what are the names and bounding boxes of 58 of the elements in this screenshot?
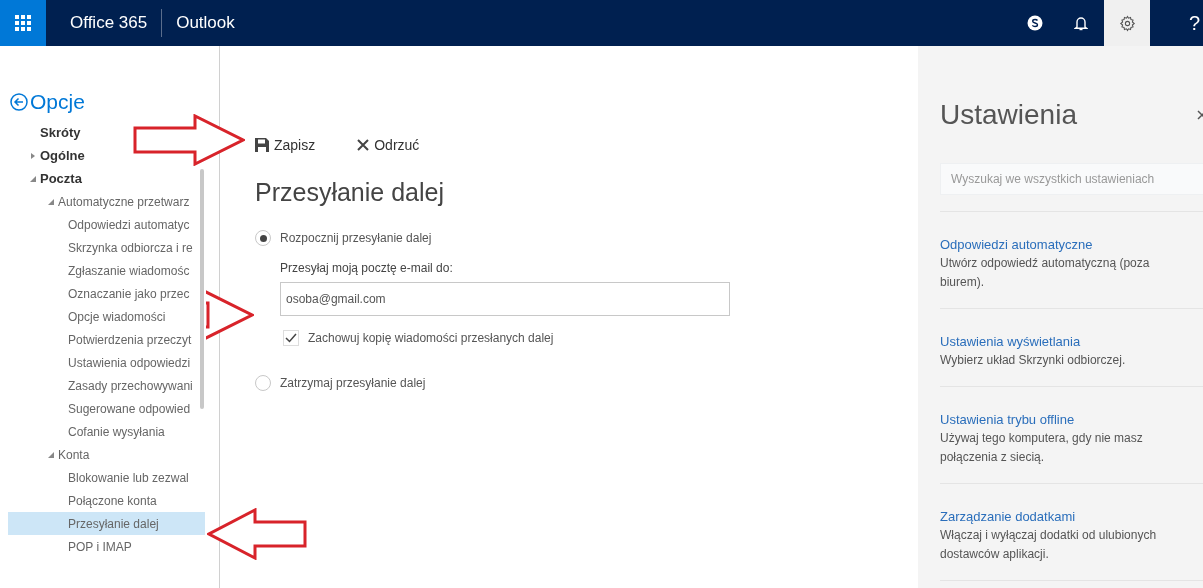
waffle-icon	[15, 15, 31, 31]
close-icon	[357, 139, 370, 151]
settings-link[interactable]: Zarządzanie dodatkami	[940, 508, 1183, 526]
settings-icon	[1118, 14, 1136, 32]
settings-link[interactable]: Ustawienia trybu offline	[940, 411, 1183, 429]
sidebar-item[interactable]: Zgłaszanie wiadomośc	[8, 259, 192, 282]
save-button[interactable]: Zapisz	[255, 134, 316, 156]
settings-link[interactable]: Odpowiedzi automatyczne	[940, 236, 1183, 254]
settings-description: Używaj tego komputera, gdy nie masz połączenia z siecią.	[940, 430, 1144, 466]
search-field[interactable]: Wyszukaj we wszystkich ustawieniach	[940, 163, 1203, 195]
sidebar-item[interactable]: Konta	[8, 443, 92, 466]
suite-title[interactable]: Office 365	[70, 10, 148, 36]
sidebar-item[interactable]: Potwierdzenia przeczyt	[8, 328, 194, 351]
checkbox-label[interactable]: Zachowuj kopię wiadomości przesłanych dalej	[308, 329, 554, 347]
settings-description: Wybierz układ Skrzynki odbiorczej.	[940, 352, 1127, 369]
collapsed-triangle-icon[interactable]	[30, 152, 36, 159]
sidebar-item[interactable]: Połączone konta	[8, 489, 159, 512]
scrollbar[interactable]	[200, 169, 204, 409]
sidebar-item[interactable]: Automatyczne przetwarz	[8, 190, 192, 213]
panel-title: Ustawienia	[940, 98, 1077, 132]
sidebar-item[interactable]: Opcje wiadomości	[8, 305, 168, 328]
sidebar-item[interactable]: Przesyłanie dalej	[8, 512, 205, 535]
settings-description: Włączaj i wyłączaj dodatki od ulubionych dostawców aplikacji.	[940, 527, 1158, 563]
checkbox[interactable]	[283, 330, 299, 346]
expanded-triangle-icon[interactable]	[48, 198, 54, 205]
settings-button[interactable]	[1104, 0, 1150, 46]
sidebar-item[interactable]: Ustawienia odpowiedzi	[8, 351, 193, 374]
save-icon	[255, 138, 269, 152]
field-label: Przesyłaj moją pocztę e-mail do:	[280, 260, 454, 277]
callout-arrow	[206, 289, 254, 341]
settings-description: Utwórz odpowiedź automatyczną (poza biurem).	[940, 255, 1151, 291]
sidebar-item[interactable]: Poczta	[8, 167, 84, 190]
sidebar-item[interactable]: Sugerowane odpowied	[8, 397, 193, 420]
help-button[interactable]: ?	[1150, 0, 1203, 46]
sidebar-item[interactable]: POP i IMAP	[8, 535, 134, 558]
email-field[interactable]: osoba@gmail.com	[280, 282, 730, 316]
option-label[interactable]: Zatrzymaj przesyłanie dalej	[280, 374, 426, 392]
sidebar-item[interactable]: Blokowanie lub zezwal	[8, 466, 191, 489]
radio-button[interactable]	[255, 375, 271, 391]
radio-button[interactable]	[255, 230, 271, 246]
skype-icon	[1027, 15, 1043, 31]
sidebar-item[interactable]: Oznaczanie jako przec	[8, 282, 192, 305]
back-link[interactable]: Opcje	[10, 91, 85, 112]
settings-link[interactable]: Ustawienia wyświetlania	[940, 333, 1183, 351]
sidebar-item[interactable]: Odpowiedzi automatyc	[8, 213, 192, 236]
discard-button[interactable]: Odrzuć	[357, 134, 420, 156]
app-title[interactable]: Outlook	[176, 10, 235, 36]
sidebar-item[interactable]: Zasady przechowywani	[8, 374, 195, 397]
expanded-triangle-icon[interactable]	[48, 451, 54, 458]
expanded-triangle-icon[interactable]	[30, 175, 36, 182]
sidebar-item[interactable]: Skróty	[8, 121, 83, 144]
sidebar-item[interactable]: Skrzynka odbiorcza i re	[8, 236, 195, 259]
option-label[interactable]: Rozpocznij przesyłanie dalej	[280, 229, 432, 247]
app-launcher-button[interactable]	[0, 0, 46, 46]
sidebar-item[interactable]: Cofanie wysyłania	[8, 420, 167, 443]
sidebar-item[interactable]: Ogólne	[8, 144, 87, 167]
page-title: Przesyłanie dalej	[255, 177, 445, 208]
bell-icon	[1074, 15, 1088, 31]
